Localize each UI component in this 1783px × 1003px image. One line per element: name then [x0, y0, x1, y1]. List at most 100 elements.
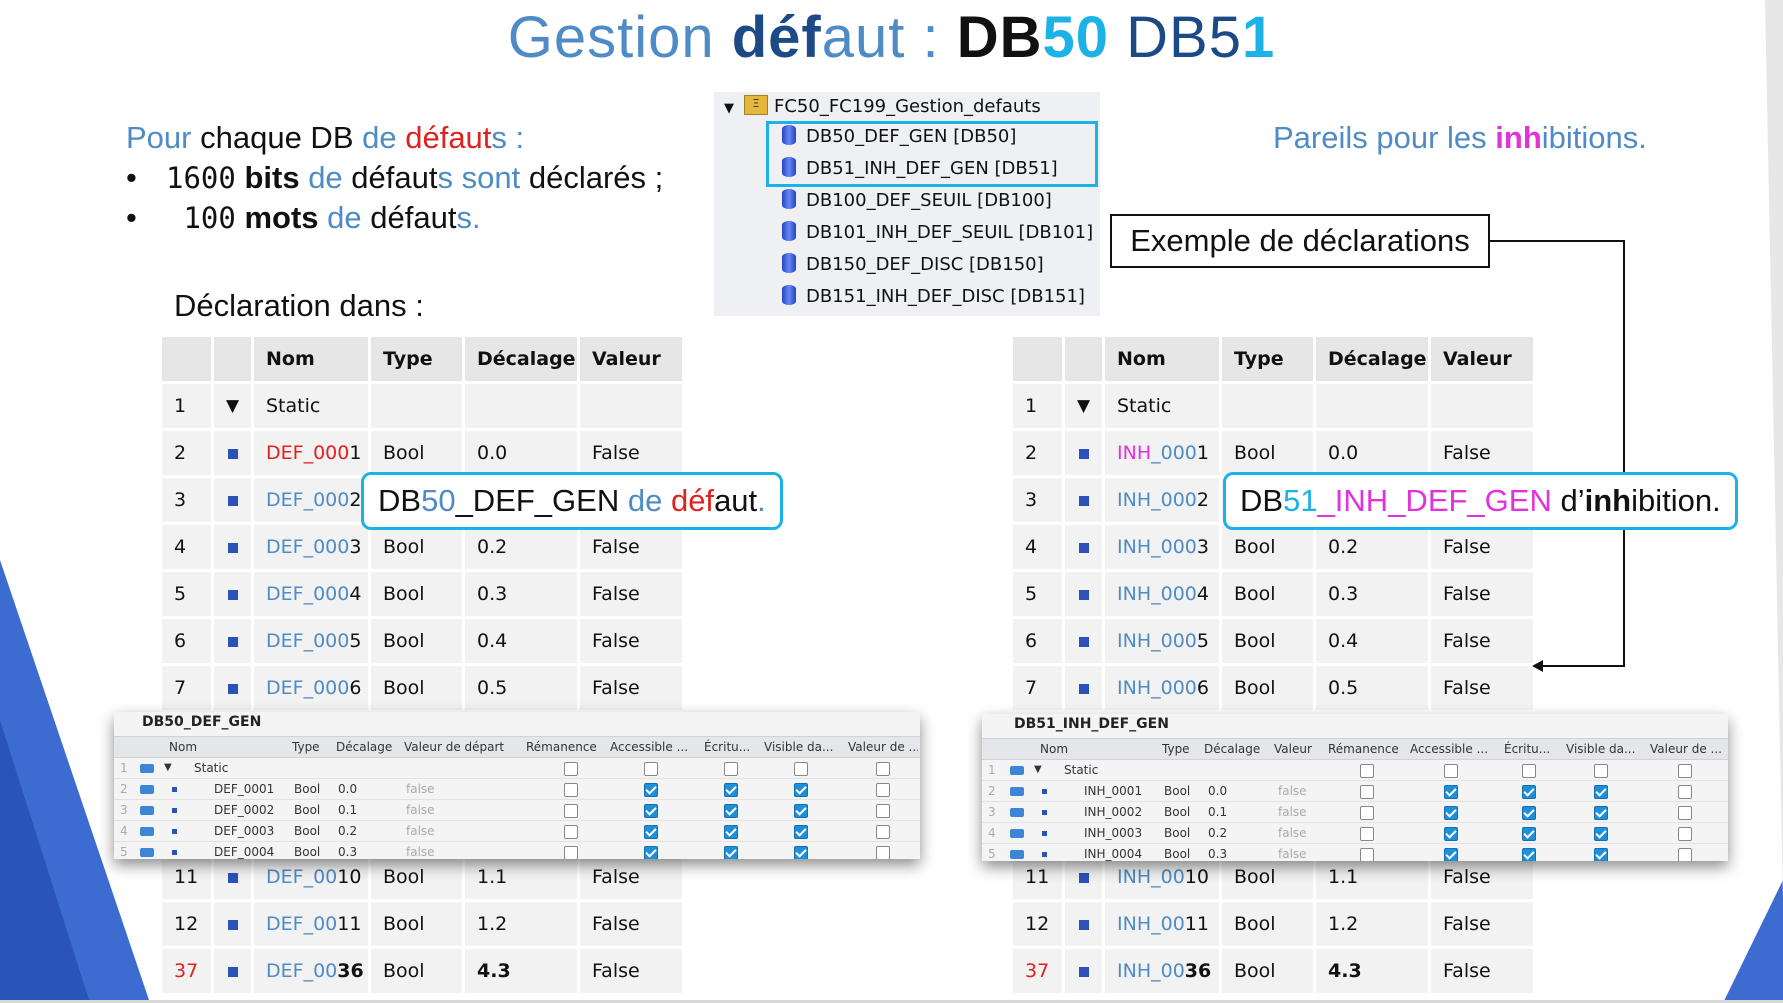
checkbox[interactable]: [1594, 847, 1608, 861]
variable-icon: [1078, 683, 1089, 694]
editor-row[interactable]: 5 DEF_0004 Bool 0.3 false: [114, 842, 920, 859]
checkbox[interactable]: [724, 824, 738, 839]
variable-icon: [227, 919, 238, 930]
interface-icon: [140, 785, 154, 794]
checkbox[interactable]: [564, 824, 578, 839]
interface-icon: [1010, 787, 1024, 796]
checkbox[interactable]: [1678, 847, 1692, 861]
editor-row[interactable]: 2 DEF_0001 Bool 0.0 false: [114, 779, 920, 800]
checkbox[interactable]: [876, 803, 890, 818]
table-row[interactable]: 12 INH_0011 Bool 1.2 False: [1013, 902, 1533, 949]
checkbox[interactable]: [644, 803, 658, 818]
checkbox[interactable]: [1360, 805, 1374, 820]
checkbox[interactable]: [644, 845, 658, 859]
checkbox[interactable]: [644, 782, 658, 797]
checkbox[interactable]: [1594, 784, 1608, 799]
variable-icon: [1078, 448, 1089, 459]
checkbox[interactable]: [794, 845, 808, 859]
slide-title: Gestion défaut : DB50 DB51: [507, 5, 1276, 70]
checkbox[interactable]: [1594, 826, 1608, 841]
bullet-item: • 1600 bits de défauts sont déclarés ;: [126, 160, 664, 195]
checkbox[interactable]: [794, 803, 808, 818]
interface-icon: [140, 764, 154, 773]
collapse-icon[interactable]: ▼: [1065, 384, 1102, 428]
checkbox[interactable]: [1522, 847, 1536, 861]
checkbox[interactable]: [1360, 847, 1374, 861]
table-row[interactable]: 4 INH_0003 Bool 0.2 False: [1013, 525, 1533, 572]
checkbox[interactable]: [1678, 784, 1692, 799]
table-row[interactable]: 7 INH_0006 Bool 0.5 False: [1013, 666, 1533, 713]
tree-root[interactable]: ▼ Ξ FC50_FC199_Gestion_defauts: [724, 92, 1041, 122]
editor-row[interactable]: 2 INH_0001 Bool 0.0 false: [982, 781, 1728, 802]
table-row[interactable]: 6 DEF_0005 Bool 0.4 False: [162, 619, 682, 666]
table-row[interactable]: 11 DEF_0010 Bool 1.1 False: [162, 855, 682, 902]
checkbox[interactable]: [724, 845, 738, 859]
table-row[interactable]: 2 INH_0001 Bool 0.0 False: [1013, 431, 1533, 478]
checkbox[interactable]: [794, 824, 808, 839]
checkbox[interactable]: [1444, 847, 1458, 861]
checkbox[interactable]: [1678, 826, 1692, 841]
editor-row[interactable]: 5 INH_0004 Bool 0.3 false: [982, 844, 1728, 861]
collapse-icon[interactable]: ▼: [214, 384, 251, 428]
table-row[interactable]: 2 DEF_0001 Bool 0.0 False: [162, 431, 682, 478]
table-row[interactable]: 7 DEF_0006 Bool 0.5 False: [162, 666, 682, 713]
interface-icon: [140, 806, 154, 815]
editor-row[interactable]: 3 INH_0002 Bool 0.1 false: [982, 802, 1728, 823]
table-row[interactable]: 12 DEF_0011 Bool 1.2 False: [162, 902, 682, 949]
editor-row[interactable]: 4 DEF_0003 Bool 0.2 false: [114, 821, 920, 842]
checkbox[interactable]: [564, 845, 578, 859]
checkbox[interactable]: [876, 824, 890, 839]
table-row[interactable]: 1 ▼ Static: [1013, 384, 1533, 431]
interface-icon: [1010, 808, 1024, 817]
corner-triangle-left-dark: [0, 720, 90, 1003]
checkbox[interactable]: [1522, 784, 1536, 799]
checkbox[interactable]: [876, 782, 890, 797]
tree-item[interactable]: DB100_DEF_SEUIL [DB100]: [782, 186, 1052, 216]
checkbox[interactable]: [1678, 805, 1692, 820]
variable-icon: [1078, 919, 1089, 930]
database-icon: [782, 221, 796, 241]
editor-row[interactable]: 4 INH_0003 Bool 0.2 false: [982, 823, 1728, 844]
tree-item[interactable]: DB150_DEF_DISC [DB150]: [782, 250, 1044, 280]
table-row[interactable]: 37 DEF_0036 Bool 4.3 False: [162, 949, 682, 996]
interface-icon: [1010, 829, 1024, 838]
collapse-icon[interactable]: ▼: [1034, 760, 1042, 780]
tree-highlight-box: [766, 121, 1098, 187]
tree-item[interactable]: DB101_INH_DEF_SEUIL [DB101]: [782, 218, 1093, 248]
checkbox[interactable]: [1444, 784, 1458, 799]
checkbox[interactable]: [1360, 784, 1374, 799]
variable-icon: [1078, 872, 1089, 883]
checkbox[interactable]: [564, 803, 578, 818]
table-row[interactable]: 6 INH_0005 Bool 0.4 False: [1013, 619, 1533, 666]
database-icon: [782, 253, 796, 273]
checkbox[interactable]: [1594, 805, 1608, 820]
tree-item[interactable]: DB151_INH_DEF_DISC [DB151]: [782, 282, 1085, 312]
table-header: Nom Type Décalage Valeur: [162, 337, 682, 384]
table-row[interactable]: 1 ▼ Static: [162, 384, 682, 431]
table-row[interactable]: 5 INH_0004 Bool 0.3 False: [1013, 572, 1533, 619]
checkbox[interactable]: [724, 782, 738, 797]
editor-row[interactable]: 3 DEF_0002 Bool 0.1 false: [114, 800, 920, 821]
checkbox[interactable]: [1444, 805, 1458, 820]
checkbox[interactable]: [1522, 826, 1536, 841]
expand-icon[interactable]: ▼: [724, 101, 734, 116]
table-row[interactable]: 5 DEF_0004 Bool 0.3 False: [162, 572, 682, 619]
checkbox[interactable]: [876, 845, 890, 859]
variable-icon: [227, 683, 238, 694]
arrow-line: [1623, 240, 1625, 667]
table-row[interactable]: 11 INH_0010 Bool 1.1 False: [1013, 855, 1533, 902]
right-edge-shade: [1765, 0, 1783, 900]
checkbox[interactable]: [564, 782, 578, 797]
editor-row[interactable]: 1 ▼ Static: [114, 758, 920, 779]
table-row[interactable]: 4 DEF_0003 Bool 0.2 False: [162, 525, 682, 572]
checkbox[interactable]: [1444, 826, 1458, 841]
collapse-icon[interactable]: ▼: [164, 758, 172, 778]
checkbox[interactable]: [1360, 826, 1374, 841]
checkbox[interactable]: [724, 803, 738, 818]
editor-row[interactable]: 1 ▼ Static: [982, 760, 1728, 781]
table-row[interactable]: 37 INH_0036 Bool 4.3 False: [1013, 949, 1533, 996]
checkbox[interactable]: [794, 782, 808, 797]
checkbox[interactable]: [644, 824, 658, 839]
database-icon: [782, 189, 796, 209]
checkbox[interactable]: [1522, 805, 1536, 820]
